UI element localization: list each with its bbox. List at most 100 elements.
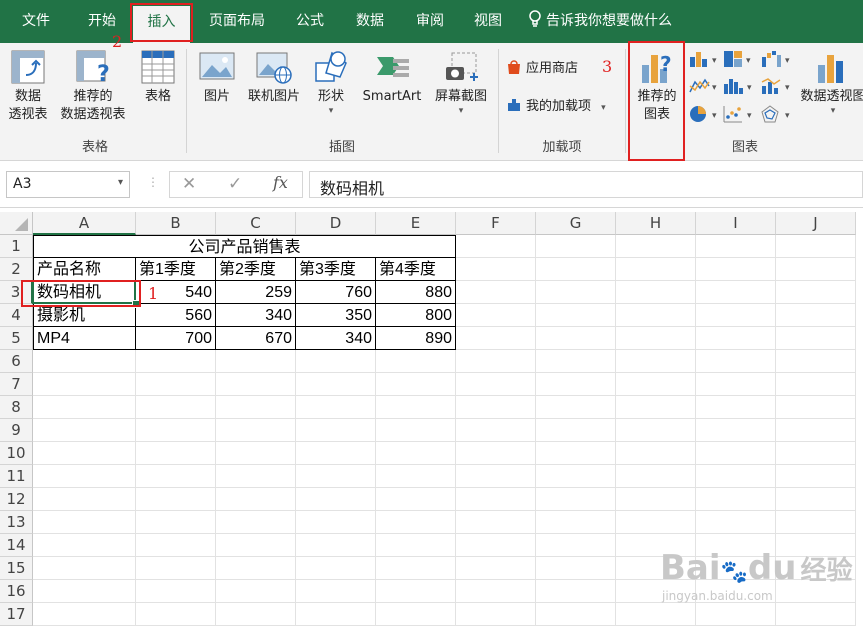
svg-text:▾: ▾ — [747, 83, 752, 93]
row-header-5[interactable]: 5 — [0, 327, 33, 350]
tell-me-label: 告诉我你想要做什么 — [546, 13, 672, 29]
pivot-table-button[interactable]: 数据 透视表 — [4, 49, 52, 129]
name-box[interactable]: A3 ▾ — [6, 171, 130, 198]
screenshot-button[interactable]: 屏幕截图 ▾ — [428, 49, 494, 129]
select-all-corner[interactable] — [0, 212, 33, 235]
store-label: 应用商店 — [526, 61, 579, 76]
chevron-down-icon: ▾ — [601, 103, 606, 113]
combo-chart-button[interactable]: ▾ — [760, 76, 796, 96]
column-header-c[interactable]: C — [216, 212, 296, 235]
tab-review[interactable]: 审阅 — [404, 0, 456, 43]
row-header-14[interactable]: 14 — [0, 534, 33, 557]
svg-text:▾: ▾ — [747, 111, 752, 121]
row-header-2[interactable]: 2 — [0, 258, 33, 281]
header-cell[interactable]: 第4季度 — [376, 258, 456, 281]
group-label-tables: 表格 — [81, 140, 108, 155]
hierarchy-chart-button[interactable]: ▾ — [722, 49, 758, 69]
column-chart-button[interactable]: ▾ — [688, 49, 724, 69]
sales-value-cell[interactable]: 800 — [376, 304, 456, 327]
header-cell[interactable]: 第1季度 — [136, 258, 216, 281]
tab-data[interactable]: 数据 — [344, 0, 396, 43]
line-chart-button[interactable]: ▾ — [688, 76, 724, 96]
table-icon — [141, 50, 175, 84]
column-header-a[interactable]: A — [33, 212, 136, 235]
sheet-title-cell[interactable]: 公司产品销售表 — [33, 235, 456, 258]
row-header-4[interactable]: 4 — [0, 304, 33, 327]
radar-chart-button[interactable]: ▾ — [760, 104, 796, 124]
column-header-i[interactable]: I — [696, 212, 776, 235]
group-label-charts: 图表 — [731, 140, 758, 155]
insert-function-icon[interactable]: fx — [273, 173, 288, 192]
name-box-value: A3 — [13, 176, 32, 192]
row-header-9[interactable]: 9 — [0, 419, 33, 442]
row-header-10[interactable]: 10 — [0, 442, 33, 465]
online-pictures-button[interactable]: 联机图片 — [242, 49, 306, 129]
smartart-button[interactable]: SmartArt — [356, 49, 428, 129]
enter-icon[interactable]: ✓ — [228, 174, 242, 194]
sales-value-cell[interactable]: 350 — [296, 304, 376, 327]
product-name-cell[interactable]: 摄影机 — [33, 304, 136, 327]
cancel-icon[interactable]: ✕ — [182, 174, 196, 194]
row-header-8[interactable]: 8 — [0, 396, 33, 419]
row-header-17[interactable]: 17 — [0, 603, 33, 626]
row-header-13[interactable]: 13 — [0, 511, 33, 534]
more-options-icon: ⋮ — [147, 175, 159, 189]
pivot-chart-button[interactable]: 数据透视图 ▾ — [798, 49, 863, 129]
my-addins-button[interactable]: 我的加载项 ▾ — [506, 97, 622, 119]
sales-value-cell[interactable]: 700 — [136, 327, 216, 350]
row-header-7[interactable]: 7 — [0, 373, 33, 396]
row-header-12[interactable]: 12 — [0, 488, 33, 511]
column-header-j[interactable]: J — [776, 212, 856, 235]
sales-value-cell[interactable]: 259 — [216, 281, 296, 304]
sales-value-cell[interactable]: 340 — [296, 327, 376, 350]
product-name-cell[interactable]: MP4 — [33, 327, 136, 350]
store-button[interactable]: 应用商店 — [506, 59, 596, 81]
column-header-g[interactable]: G — [536, 212, 616, 235]
column-header-d[interactable]: D — [296, 212, 376, 235]
sales-value-cell[interactable]: 670 — [216, 327, 296, 350]
row-header-16[interactable]: 16 — [0, 580, 33, 603]
header-cell[interactable]: 产品名称 — [33, 258, 136, 281]
svg-text:▾: ▾ — [712, 83, 717, 93]
row-header-6[interactable]: 6 — [0, 350, 33, 373]
recommended-pivot-button[interactable]: ? 推荐的 数据透视表 — [54, 49, 132, 129]
formula-input[interactable]: 数码相机 — [309, 171, 863, 198]
watermark-url: jingyan.baidu.com — [662, 589, 773, 603]
header-cell[interactable]: 第2季度 — [216, 258, 296, 281]
sales-value-cell[interactable]: 340 — [216, 304, 296, 327]
tell-me-search[interactable]: 告诉我你想要做什么 — [528, 0, 698, 43]
statistic-chart-button[interactable]: ▾ — [722, 76, 758, 96]
column-header-h[interactable]: H — [616, 212, 696, 235]
waterfall-chart-button[interactable]: ▾ — [760, 49, 796, 69]
waterfall-chart-icon: ▾ — [762, 51, 790, 67]
table-button[interactable]: 表格 — [134, 49, 182, 129]
group-label-addins: 加载项 — [542, 140, 582, 155]
row-header-1[interactable]: 1 — [0, 235, 33, 258]
column-chart-icon: ▾ — [690, 52, 717, 67]
tab-view[interactable]: 视图 — [462, 0, 514, 43]
sales-value-cell[interactable]: 560 — [136, 304, 216, 327]
tab-page-layout[interactable]: 页面布局 — [200, 0, 274, 43]
row-header-11[interactable]: 11 — [0, 465, 33, 488]
shapes-button[interactable]: 形状 ▾ — [308, 49, 354, 129]
scatter-chart-button[interactable]: ▾ — [722, 104, 758, 124]
header-cell[interactable]: 第3季度 — [296, 258, 376, 281]
group-separator — [625, 49, 626, 153]
screenshot-label: 屏幕截图 — [434, 89, 487, 104]
pictures-button[interactable]: 图片 — [192, 49, 242, 129]
row-header-15[interactable]: 15 — [0, 557, 33, 580]
column-header-b[interactable]: B — [136, 212, 216, 235]
svg-text:▾: ▾ — [785, 83, 790, 93]
pie-chart-button[interactable]: ▾ — [688, 104, 724, 124]
pictures-label: 图片 — [203, 89, 230, 104]
sales-value-cell[interactable]: 880 — [376, 281, 456, 304]
store-icon — [508, 60, 520, 74]
table-label: 表格 — [144, 89, 171, 104]
sales-value-cell[interactable]: 760 — [296, 281, 376, 304]
tab-formulas[interactable]: 公式 — [284, 0, 336, 43]
chevron-down-icon: ▾ — [117, 177, 123, 188]
column-header-e[interactable]: E — [376, 212, 456, 235]
tab-file[interactable]: 文件 — [10, 0, 62, 43]
sales-value-cell[interactable]: 890 — [376, 327, 456, 350]
column-header-f[interactable]: F — [456, 212, 536, 235]
